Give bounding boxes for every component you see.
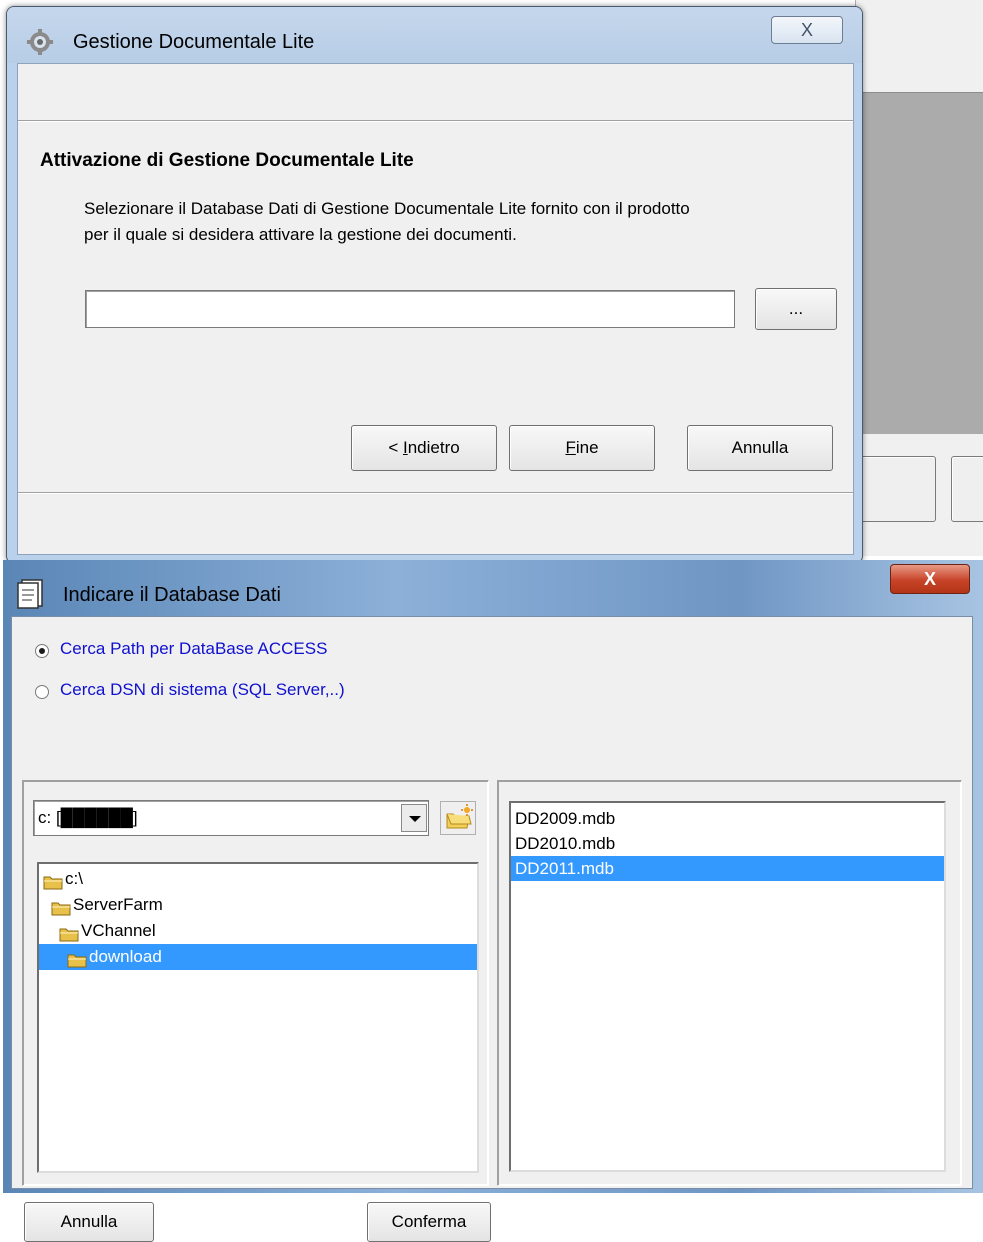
folder-item-label: c:\ xyxy=(65,869,83,888)
back-button-label: ndietro xyxy=(407,438,460,457)
instructions-line-1: Selezionare il Database Dati di Gestione… xyxy=(84,199,690,218)
file-item[interactable]: DD2011.mdb xyxy=(511,856,944,881)
folder-item-label: ServerFarm xyxy=(73,895,163,914)
new-folder-icon xyxy=(446,804,473,829)
file-list-box[interactable]: DD2009.mdb DD2010.mdb DD2011.mdb xyxy=(509,801,946,1172)
activation-dialog-title: Gestione Documentale Lite xyxy=(73,31,315,53)
folder-icon xyxy=(67,950,87,968)
background-window: a xyxy=(846,0,983,556)
close-button[interactable]: X xyxy=(771,16,843,44)
folder-icon xyxy=(43,872,63,890)
confirm-button[interactable]: Conferma xyxy=(367,1202,491,1242)
database-picker-body: Cerca Path per DataBase ACCESS Cerca DSN… xyxy=(11,616,973,1242)
gear-icon xyxy=(27,29,53,55)
database-picker-dialog: Indicare il Database Dati X Cerca Path p… xyxy=(3,560,983,1242)
back-button[interactable]: < Indietro xyxy=(351,425,497,471)
folder-item[interactable]: ServerFarm xyxy=(39,892,477,918)
folder-icon xyxy=(59,924,79,942)
activation-dialog: Gestione Documentale Lite X Attivazione … xyxy=(6,6,863,564)
browse-button[interactable]: ... xyxy=(755,288,837,330)
file-item[interactable]: DD2009.mdb xyxy=(511,806,944,831)
drive-select[interactable]: c: [██████] xyxy=(33,800,429,836)
new-folder-button[interactable] xyxy=(440,801,476,835)
finish-button[interactable]: Fine xyxy=(509,425,655,471)
folder-item-label: VChannel xyxy=(81,921,156,940)
folder-list: c:\ ServerFarm VChannel download xyxy=(39,864,477,970)
folder-item[interactable]: c:\ xyxy=(39,866,477,892)
radio-dsn[interactable] xyxy=(35,685,49,699)
radio-dot xyxy=(39,648,45,654)
activation-dialog-titlebar: Gestione Documentale Lite X xyxy=(7,7,862,63)
divider xyxy=(18,120,853,122)
radio-access[interactable] xyxy=(35,644,49,658)
background-gray-area xyxy=(861,92,983,434)
file-list: DD2009.mdb DD2010.mdb DD2011.mdb xyxy=(511,803,944,881)
radio-access-label[interactable]: Cerca Path per DataBase ACCESS xyxy=(60,639,327,659)
database-path-input[interactable] xyxy=(85,290,735,328)
cancel-button-bottom[interactable]: Annulla xyxy=(24,1202,154,1242)
instructions-text: Selezionare il Database Dati di Gestione… xyxy=(84,196,844,248)
activation-dialog-body: Attivazione di Gestione Documentale Lite… xyxy=(17,63,854,555)
folder-item[interactable]: VChannel xyxy=(39,918,477,944)
finish-button-accel: F xyxy=(565,438,576,457)
document-icon xyxy=(17,579,43,609)
instructions-line-2: per il quale si desidera attivare la ges… xyxy=(84,225,517,244)
page-heading: Attivazione di Gestione Documentale Lite xyxy=(40,150,414,171)
folder-tree[interactable]: c:\ ServerFarm VChannel download xyxy=(37,862,479,1173)
background-button-2[interactable] xyxy=(951,456,983,522)
folder-item[interactable]: download xyxy=(39,944,477,970)
close-button-red[interactable]: X xyxy=(890,564,970,594)
cancel-button[interactable]: Annulla xyxy=(687,425,833,471)
divider-bottom xyxy=(18,492,853,494)
close-icon: X xyxy=(923,569,936,589)
finish-button-label: ine xyxy=(575,438,599,457)
folder-item-label: download xyxy=(89,947,162,966)
radio-dsn-label[interactable]: Cerca DSN di sistema (SQL Server,..) xyxy=(60,680,345,700)
folder-icon xyxy=(51,898,71,916)
close-icon: X xyxy=(800,20,813,40)
database-picker-title: Indicare il Database Dati xyxy=(63,584,281,606)
drive-select-value: c: [██████] xyxy=(38,808,138,827)
chevron-down-icon[interactable] xyxy=(401,804,427,832)
back-button-prefix: < xyxy=(388,438,403,457)
file-item[interactable]: DD2010.mdb xyxy=(511,831,944,856)
